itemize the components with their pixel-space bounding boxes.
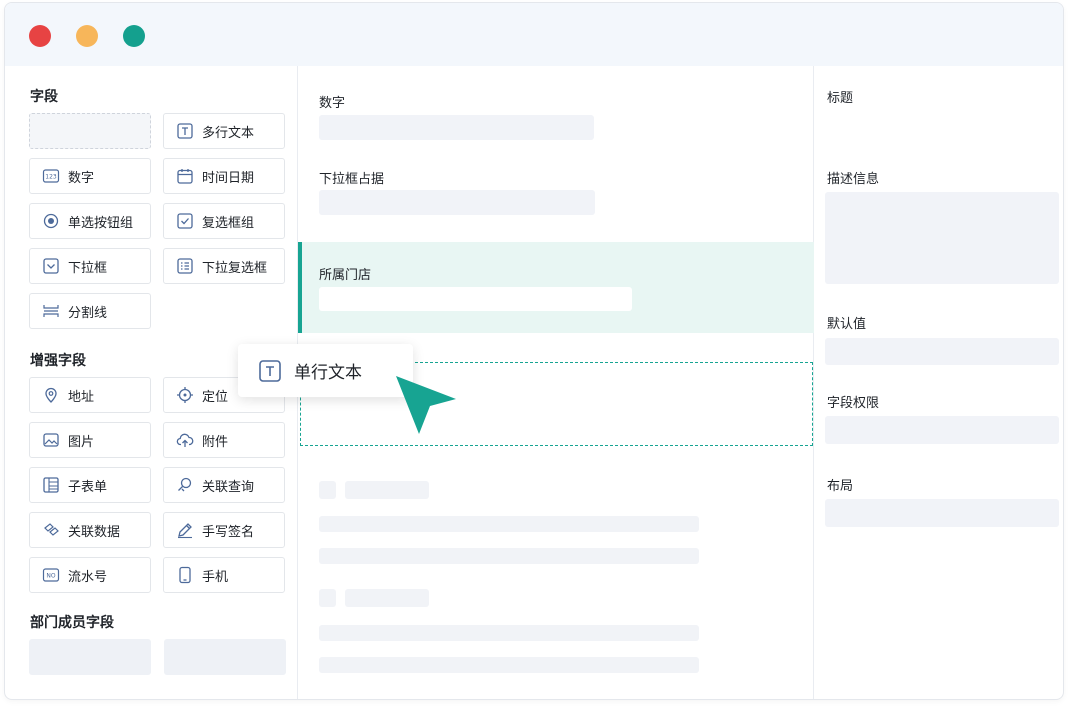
skeleton-block [319,516,699,532]
field-label: 分割线 [68,305,108,321]
cursor-shape [396,376,456,434]
link-data-icon [42,521,60,539]
field-image[interactable]: 图片 [29,422,151,458]
dropdown-icon [42,257,60,275]
field-label: 关联查询 [202,479,255,495]
property-permission-label: 字段权限 [827,396,880,411]
field-number[interactable]: 123 数字 [29,158,151,194]
field-button-loading [29,639,151,675]
skeleton-block [345,481,429,499]
enhanced-fields-title: 增强字段 [30,353,86,369]
skeleton-block [345,589,429,607]
canvas-field-label: 下拉框占据 [319,172,385,187]
property-description-input[interactable] [825,192,1059,284]
checkbox-icon [176,212,194,230]
field-label: 关联数据 [68,524,121,540]
skeleton-block [319,657,699,673]
field-label: 图片 [68,434,95,450]
field-dropdown[interactable]: 下拉框 [29,248,151,284]
checklist-icon [176,257,194,275]
field-label: 单选按钮组 [68,215,134,231]
field-label: 手机 [202,569,229,585]
dragged-field-single-line-text[interactable]: 单行文本 [238,344,413,397]
field-label: 复选框组 [202,215,255,231]
property-default-label: 默认值 [827,317,867,332]
field-label: 时间日期 [202,170,255,186]
canvas-field-label: 所属门店 [319,268,372,283]
divider-icon [42,302,60,320]
number-icon: 123 [42,167,60,185]
upload-cloud-icon [176,431,194,449]
property-layout-input[interactable] [825,499,1059,527]
canvas-field-label: 数字 [319,96,346,111]
field-label: 下拉复选框 [202,260,268,276]
field-label: 定位 [202,389,229,405]
field-label: 手写签名 [202,524,255,540]
field-signature[interactable]: 手写签名 [163,512,285,548]
locate-icon [176,386,194,404]
subform-icon [42,476,60,494]
canvas-field-input[interactable] [319,190,595,215]
field-label: 地址 [68,389,95,405]
property-default-input[interactable] [825,338,1059,365]
field-related-data[interactable]: 关联数据 [29,512,151,548]
property-layout-label: 布局 [827,479,854,494]
field-phone[interactable]: 手机 [163,557,285,593]
field-multiline-text[interactable]: 多行文本 [163,113,285,149]
field-subform[interactable]: 子表单 [29,467,151,503]
field-datetime[interactable]: 时间日期 [163,158,285,194]
app-window: 字段 多行文本 123 数字 时间日期 单选按钮组 复选框组 下拉框 下拉复选框… [4,2,1064,700]
radio-icon [42,212,60,230]
canvas-field-selected[interactable]: 所属门店 [298,242,814,333]
field-button-loading [164,639,286,675]
text-icon [176,122,194,140]
field-label: 多行文本 [202,125,255,141]
field-label: 数字 [68,170,95,186]
serial-number-icon: NO [42,566,60,584]
field-label: 子表单 [68,479,108,495]
property-description-label: 描述信息 [827,172,880,187]
properties-panel: 标题 描述信息 默认值 字段权限 布局 [814,66,1063,699]
maximize-window-button[interactable] [123,25,145,47]
field-checkbox-group[interactable]: 复选框组 [163,203,285,239]
field-serial-number[interactable]: NO 流水号 [29,557,151,593]
text-icon [258,359,282,383]
field-label: 附件 [202,434,229,450]
property-permission-input[interactable] [825,416,1059,444]
skeleton-block [319,589,336,607]
title-bar [5,3,1063,66]
skeleton-block [319,548,699,564]
phone-icon [176,566,194,584]
field-label: 下拉框 [68,260,108,276]
basic-fields-title: 字段 [30,89,58,105]
field-dropdown-multi[interactable]: 下拉复选框 [163,248,285,284]
svg-text:NO: NO [46,573,55,580]
search-link-icon [176,476,194,494]
field-related-query[interactable]: 关联查询 [163,467,285,503]
field-radio-group[interactable]: 单选按钮组 [29,203,151,239]
close-window-button[interactable] [29,25,51,47]
field-address[interactable]: 地址 [29,377,151,413]
canvas-field-input[interactable] [319,287,632,311]
field-attachment[interactable]: 附件 [163,422,285,458]
skeleton-block [319,625,699,641]
field-divider[interactable]: 分割线 [29,293,151,329]
calendar-icon [176,167,194,185]
image-icon [42,431,60,449]
dept-member-fields-title: 部门成员字段 [30,615,114,631]
map-pin-icon [42,386,60,404]
minimize-window-button[interactable] [76,25,98,47]
dragged-field-label: 单行文本 [294,363,362,383]
field-label: 流水号 [68,569,108,585]
cursor-arrow-icon [396,376,456,434]
skeleton-block [319,481,336,499]
field-slot-placeholder [29,113,151,149]
svg-text:123: 123 [45,174,57,181]
pen-icon [176,521,194,539]
property-title-label: 标题 [827,91,854,106]
canvas-field-input[interactable] [319,115,594,140]
